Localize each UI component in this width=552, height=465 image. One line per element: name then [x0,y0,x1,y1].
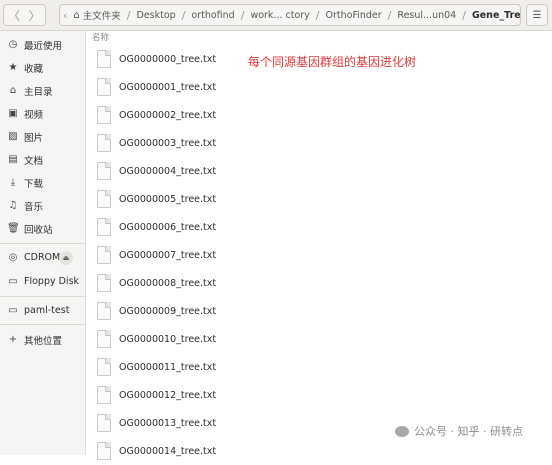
sidebar-item-other-locations[interactable]: + 其他位置 [0,328,86,351]
sidebar-item-home[interactable]: ⌂ 主目录 [0,79,86,102]
file-row[interactable]: OG0000010_tree.txt [86,325,552,353]
file-row[interactable]: OG0000007_tree.txt [86,241,552,269]
file-row[interactable]: OG0000014_tree.txt [86,437,552,465]
file-name: OG0000007_tree.txt [119,249,217,261]
sidebar-item-cdrom[interactable]: ◎ CDROM [0,246,86,269]
drive-icon: ▭ [8,305,18,316]
breadcrumb-orthofinder[interactable]: OrthoFinder [323,10,385,21]
annotation-text: 每个同源基因群组的基因进化树 [248,55,417,69]
file-name: OG0000004_tree.txt [119,165,217,177]
file-name: OG0000008_tree.txt [119,277,217,289]
text-file-icon [97,358,111,376]
sidebar-item-pictures[interactable]: ▨ 图片 [0,125,86,148]
star-icon: ★ [8,62,18,73]
sidebar-item-recent[interactable]: ◷ 最近使用 [0,33,86,56]
text-file-icon [97,162,111,180]
sidebar-item-paml-test[interactable]: ▭ paml-test [0,299,86,322]
file-list: 名称 OG0000000_tree.txt OG0000001_tree.txt… [86,31,552,460]
back-button[interactable]: 〈 [3,4,25,26]
disc-icon: ◎ [8,252,18,263]
text-file-icon [97,414,111,432]
text-file-icon [97,302,111,320]
wechat-icon [395,425,409,437]
sidebar-item-downloads[interactable]: ⤓ 下载 [0,171,86,194]
trash-icon: 🗑 [7,223,20,234]
chevron-left-icon: 〈 [7,8,20,23]
text-file-icon [97,386,111,404]
sidebar-separator [0,243,86,244]
sidebar-separator [0,324,86,325]
text-file-icon [97,442,111,460]
chevron-right-icon: 〉 [28,8,41,23]
breadcrumb-desktop[interactable]: Desktop [134,10,179,21]
file-row[interactable]: OG0000002_tree.txt [86,101,552,129]
home-icon: ⌂ [73,9,80,21]
sidebar-item-floppy-disk[interactable]: ▭ Floppy Disk [0,270,86,293]
sidebar-item-favorites[interactable]: ★ 收藏 [0,56,86,79]
text-file-icon [97,274,111,292]
breadcrumb-orthofind[interactable]: orthofind [188,10,237,21]
file-name: OG0000009_tree.txt [119,305,217,317]
watermark: 公众号 · 知乎 · 研转点 [395,423,523,439]
file-row[interactable]: OG0000004_tree.txt [86,157,552,185]
sidebar-item-documents[interactable]: ▤ 文档 [0,148,86,171]
clock-icon: ◷ [8,39,18,50]
sidebar-separator [0,296,86,297]
hamburger-icon: ☰ [532,9,542,21]
sidebar-item-music[interactable]: ♫ 音乐 [0,194,86,217]
file-name: OG0000001_tree.txt [119,81,217,93]
file-row[interactable]: OG0000008_tree.txt [86,269,552,297]
file-name: OG0000006_tree.txt [119,221,217,233]
text-file-icon [97,78,111,96]
file-name: OG0000002_tree.txt [119,109,217,121]
video-icon: ▣ [8,108,18,119]
file-name: OG0000003_tree.txt [119,137,217,149]
text-file-icon [97,330,111,348]
music-icon: ♫ [8,200,18,211]
file-row[interactable]: OG0000001_tree.txt [86,73,552,101]
breadcrumb-results[interactable]: Resul...un04 [394,10,459,21]
path-start-separator: ‹ [63,8,68,22]
text-file-icon [97,106,111,124]
file-name: OG0000000_tree.txt [119,53,217,65]
download-icon: ⤓ [10,177,16,188]
file-name: OG0000010_tree.txt [119,333,217,345]
header-bar: 〈 〉 ‹ ⌂ 主文件夹 / Desktop / orthofind / wor… [0,0,552,31]
text-file-icon [97,50,111,68]
file-name: OG0000005_tree.txt [119,193,217,205]
file-row[interactable]: OG0000011_tree.txt [86,353,552,381]
text-file-icon [97,134,111,152]
breadcrumb-gene-trees[interactable]: Gene_Trees [469,10,520,21]
document-icon: ▤ [8,154,18,165]
file-row[interactable]: OG0000009_tree.txt [86,297,552,325]
forward-button[interactable]: 〉 [24,4,46,26]
file-name: OG0000011_tree.txt [119,361,217,373]
file-row[interactable]: OG0000003_tree.txt [86,129,552,157]
picture-icon: ▨ [8,131,18,142]
menu-button[interactable]: ☰ [526,4,548,26]
text-file-icon [97,218,111,236]
breadcrumb-working-directory[interactable]: work... ctory [247,10,312,21]
breadcrumb-home[interactable]: ⌂ 主文件夹 [70,8,123,23]
path-bar: ‹ ⌂ 主文件夹 / Desktop / orthofind / work...… [59,4,521,26]
eject-icon: ⏏ [62,254,70,262]
text-file-icon [97,190,111,208]
plus-icon: + [8,334,18,345]
sidebar: ◷ 最近使用 ★ 收藏 ⌂ 主目录 ▣ 视频 ▨ 图片 ▤ 文档 ⤓ 下载 ♫ 音乐 🗑 回收站 … [0,31,86,455]
file-row[interactable]: OG0000012_tree.txt [86,381,552,409]
file-name: OG0000012_tree.txt [119,389,217,401]
file-row[interactable]: OG0000006_tree.txt [86,213,552,241]
home-icon: ⌂ [9,85,17,96]
text-file-icon [97,246,111,264]
sidebar-item-videos[interactable]: ▣ 视频 [0,102,86,125]
sidebar-item-trash[interactable]: 🗑 回收站 [0,217,86,240]
file-row[interactable]: OG0000005_tree.txt [86,185,552,213]
file-name: OG0000013_tree.txt [119,417,217,429]
column-header-name[interactable]: 名称 [86,31,552,45]
drive-icon: ▭ [8,276,18,287]
eject-button[interactable]: ⏏ [59,251,73,265]
